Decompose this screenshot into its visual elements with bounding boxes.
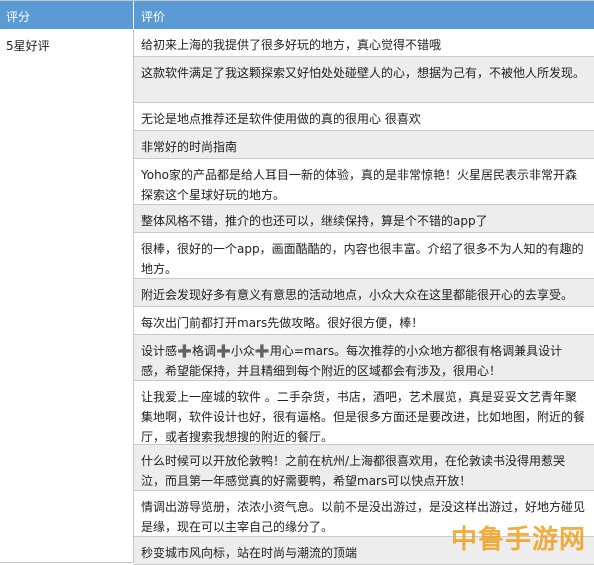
table-row: 让我爱上一座城的软件 。二手杂货，书店，酒吧，艺术展览，真是妥妥文艺青年聚集地啊…: [134, 381, 594, 445]
table-row: 这款软件满足了我这颗探索又好怕处处碰壁人的心，想据为己有，不被他人所发现。: [134, 57, 594, 103]
table-body: 5星好评 给初来上海的我提供了很多好玩的地方，真心觉得不错哦 这款软件满足了我这…: [0, 29, 594, 565]
table-row: 很棒，很好的一个app，画面酷酷的，内容也很丰富。介绍了很多不为人知的有趣的地方…: [134, 233, 594, 279]
table-row: Yoho家的产品都是给人耳目一新的体验，真的是非常惊艳！火星居民表示非常开森探索…: [134, 159, 594, 205]
table-header: 评分 评价: [0, 1, 594, 29]
site-watermark: 中鲁手游网: [451, 519, 586, 556]
table-row: 附近会发现好多有意义有意思的活动地点，小众大众在这里都能很开心的去享受。: [134, 279, 594, 307]
header-review: 评价: [134, 1, 594, 29]
reviews-table: 评分 评价 5星好评 给初来上海的我提供了很多好玩的地方，真心觉得不错哦 这款软…: [0, 0, 594, 565]
table-row: 给初来上海的我提供了很多好玩的地方，真心觉得不错哦: [134, 29, 594, 57]
header-score: 评分: [0, 1, 134, 29]
review-column: 给初来上海的我提供了很多好玩的地方，真心觉得不错哦 这款软件满足了我这颗探索又好…: [134, 29, 594, 565]
table-row: 设计感➕格调➕小众➕用心=mars。每次推荐的小众地方都很有格调兼具设计感，希望…: [134, 335, 594, 381]
table-row: 无论是地点推荐还是软件使用做的真的很用心 很喜欢: [134, 103, 594, 131]
table-row: 每次出门前都打开mars先做攻略。很好很方便，棒！: [134, 307, 594, 335]
table-row: 非常好的时尚指南: [134, 131, 594, 159]
table-row: 什么时候可以开放伦敦鸭！之前在杭州/上海都很喜欢用，在伦敦读书没得用惹哭泣，而且…: [134, 445, 594, 491]
score-cell: 5星好评: [0, 29, 134, 563]
table-row: 整体风格不错，推介的也还可以，继续保持，算是个不错的app了: [134, 205, 594, 233]
